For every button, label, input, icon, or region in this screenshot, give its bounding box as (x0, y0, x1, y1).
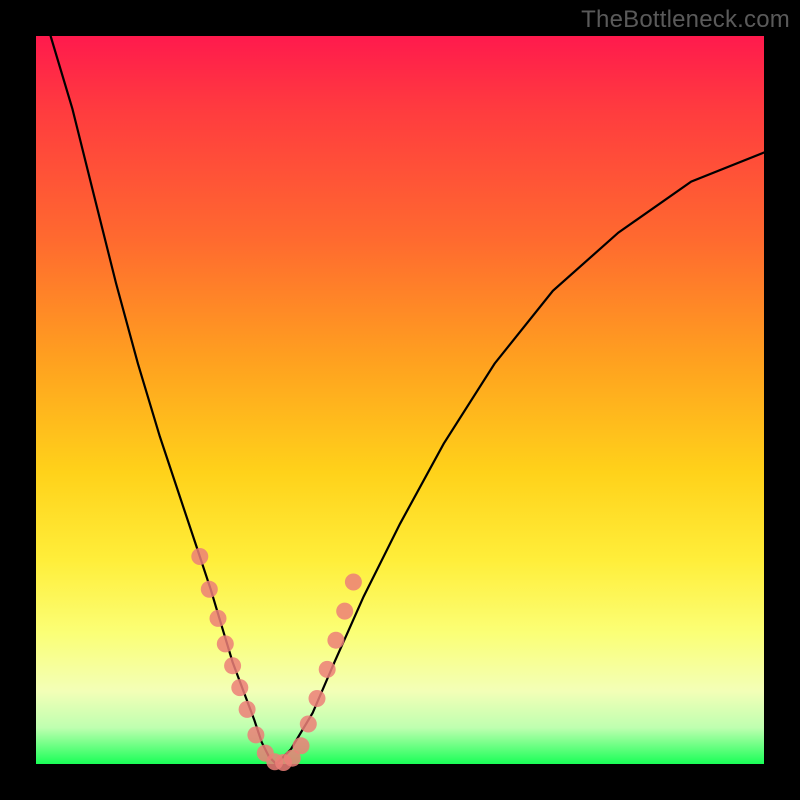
marker-dot (224, 657, 241, 674)
marker-dot (293, 737, 310, 754)
marker-dot (345, 574, 362, 591)
chart-plot-area (36, 36, 764, 764)
marker-dot (327, 632, 344, 649)
marker-dot (309, 690, 326, 707)
chart-frame: TheBottleneck.com (0, 0, 800, 800)
left-curve (51, 36, 277, 764)
marker-dot (201, 581, 218, 598)
marker-dot (231, 679, 248, 696)
marker-dot (217, 635, 234, 652)
chart-svg (36, 36, 764, 764)
marker-dot (247, 726, 264, 743)
marker-dot (191, 548, 208, 565)
marker-dot (336, 603, 353, 620)
marker-dot (239, 701, 256, 718)
marker-dot (210, 610, 227, 627)
marker-dot (319, 661, 336, 678)
marker-dot (300, 716, 317, 733)
right-curve (276, 153, 764, 765)
watermark-text: TheBottleneck.com (581, 6, 790, 34)
